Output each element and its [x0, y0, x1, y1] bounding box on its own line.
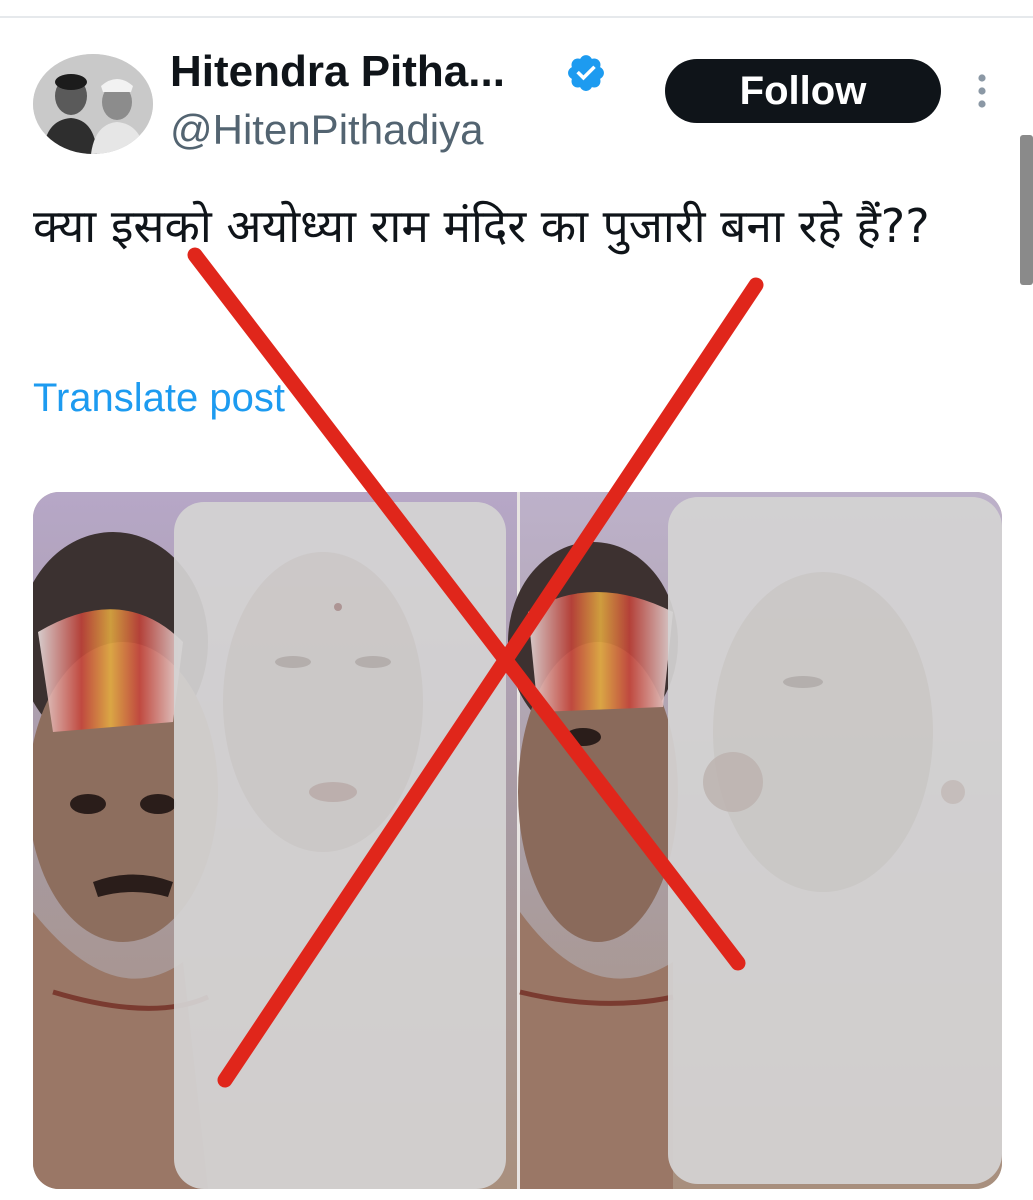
tweet-text: क्या इसको अयोध्या राम मंदिर का पुजारी बन…	[33, 199, 930, 253]
author-display-name[interactable]: Hitendra Pitha...	[170, 46, 505, 98]
more-vertical-icon[interactable]	[972, 73, 992, 109]
tweet-media[interactable]	[33, 492, 1002, 1189]
author-avatar[interactable]	[33, 54, 153, 154]
author-handle[interactable]: @HitenPithadiya	[170, 104, 483, 156]
translate-post-link[interactable]: Translate post	[33, 374, 285, 422]
follow-button[interactable]: Follow	[665, 59, 941, 123]
avatar-photo-icon	[33, 54, 153, 154]
verified-badge-icon	[568, 55, 604, 91]
top-divider	[0, 16, 1033, 18]
media-image	[33, 492, 1002, 1189]
scrollbar-thumb[interactable]	[1020, 135, 1033, 285]
